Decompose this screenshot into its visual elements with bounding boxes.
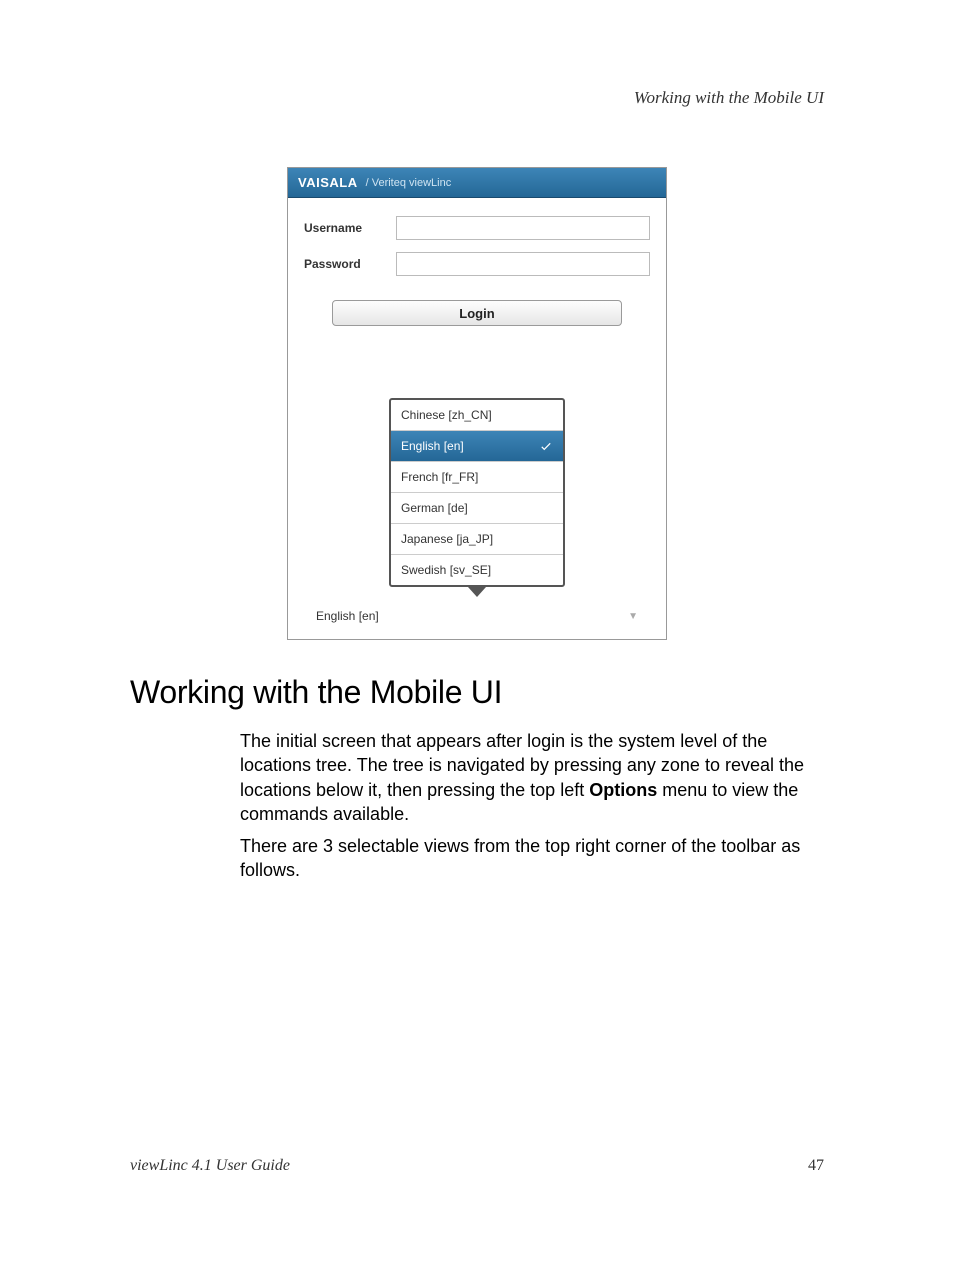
language-option-label: French [fr_FR] (401, 470, 478, 484)
section-heading: Working with the Mobile UI (130, 674, 824, 711)
text-bold: Options (589, 780, 657, 800)
language-option-label: Chinese [zh_CN] (401, 408, 492, 422)
language-option-label: Swedish [sv_SE] (401, 563, 491, 577)
brand-subtitle: / Veriteq viewLinc (366, 177, 452, 189)
language-option-label: Japanese [ja_JP] (401, 532, 493, 546)
checkmark-icon (539, 439, 553, 453)
embedded-screenshot: VAISALA / Veriteq viewLinc Username Pass… (287, 167, 667, 640)
mobile-header-bar: VAISALA / Veriteq viewLinc (288, 168, 666, 198)
paragraph: There are 3 selectable views from the to… (240, 834, 824, 883)
footer-title: viewLinc 4.1 User Guide (130, 1157, 290, 1175)
body-text: The initial screen that appears after lo… (240, 729, 824, 883)
paragraph: The initial screen that appears after lo… (240, 729, 824, 826)
password-input[interactable] (396, 252, 650, 276)
username-label: Username (304, 221, 396, 235)
page-number: 47 (808, 1157, 824, 1175)
brand-logo: VAISALA (298, 175, 358, 190)
password-label: Password (304, 257, 396, 271)
language-option[interactable]: Swedish [sv_SE] (391, 555, 563, 585)
login-button[interactable]: Login (332, 300, 622, 326)
language-picker-popup: Chinese [zh_CN] English [en] French [fr_… (389, 398, 565, 587)
language-option[interactable]: English [en] (391, 431, 563, 462)
password-row: Password (304, 252, 650, 276)
language-option-label: English [en] (401, 439, 464, 453)
language-option[interactable]: German [de] (391, 493, 563, 524)
language-option[interactable]: Japanese [ja_JP] (391, 524, 563, 555)
username-input[interactable] (396, 216, 650, 240)
mobile-login-frame: VAISALA / Veriteq viewLinc Username Pass… (287, 167, 667, 640)
language-option-label: German [de] (401, 501, 468, 515)
running-header: Working with the Mobile UI (634, 88, 824, 108)
language-option[interactable]: Chinese [zh_CN] (391, 400, 563, 431)
chevron-down-icon: ▼ (628, 611, 638, 622)
selected-language-label: English [en] (316, 609, 379, 623)
username-row: Username (304, 216, 650, 240)
language-option[interactable]: French [fr_FR] (391, 462, 563, 493)
page-footer: viewLinc 4.1 User Guide 47 (130, 1157, 824, 1175)
